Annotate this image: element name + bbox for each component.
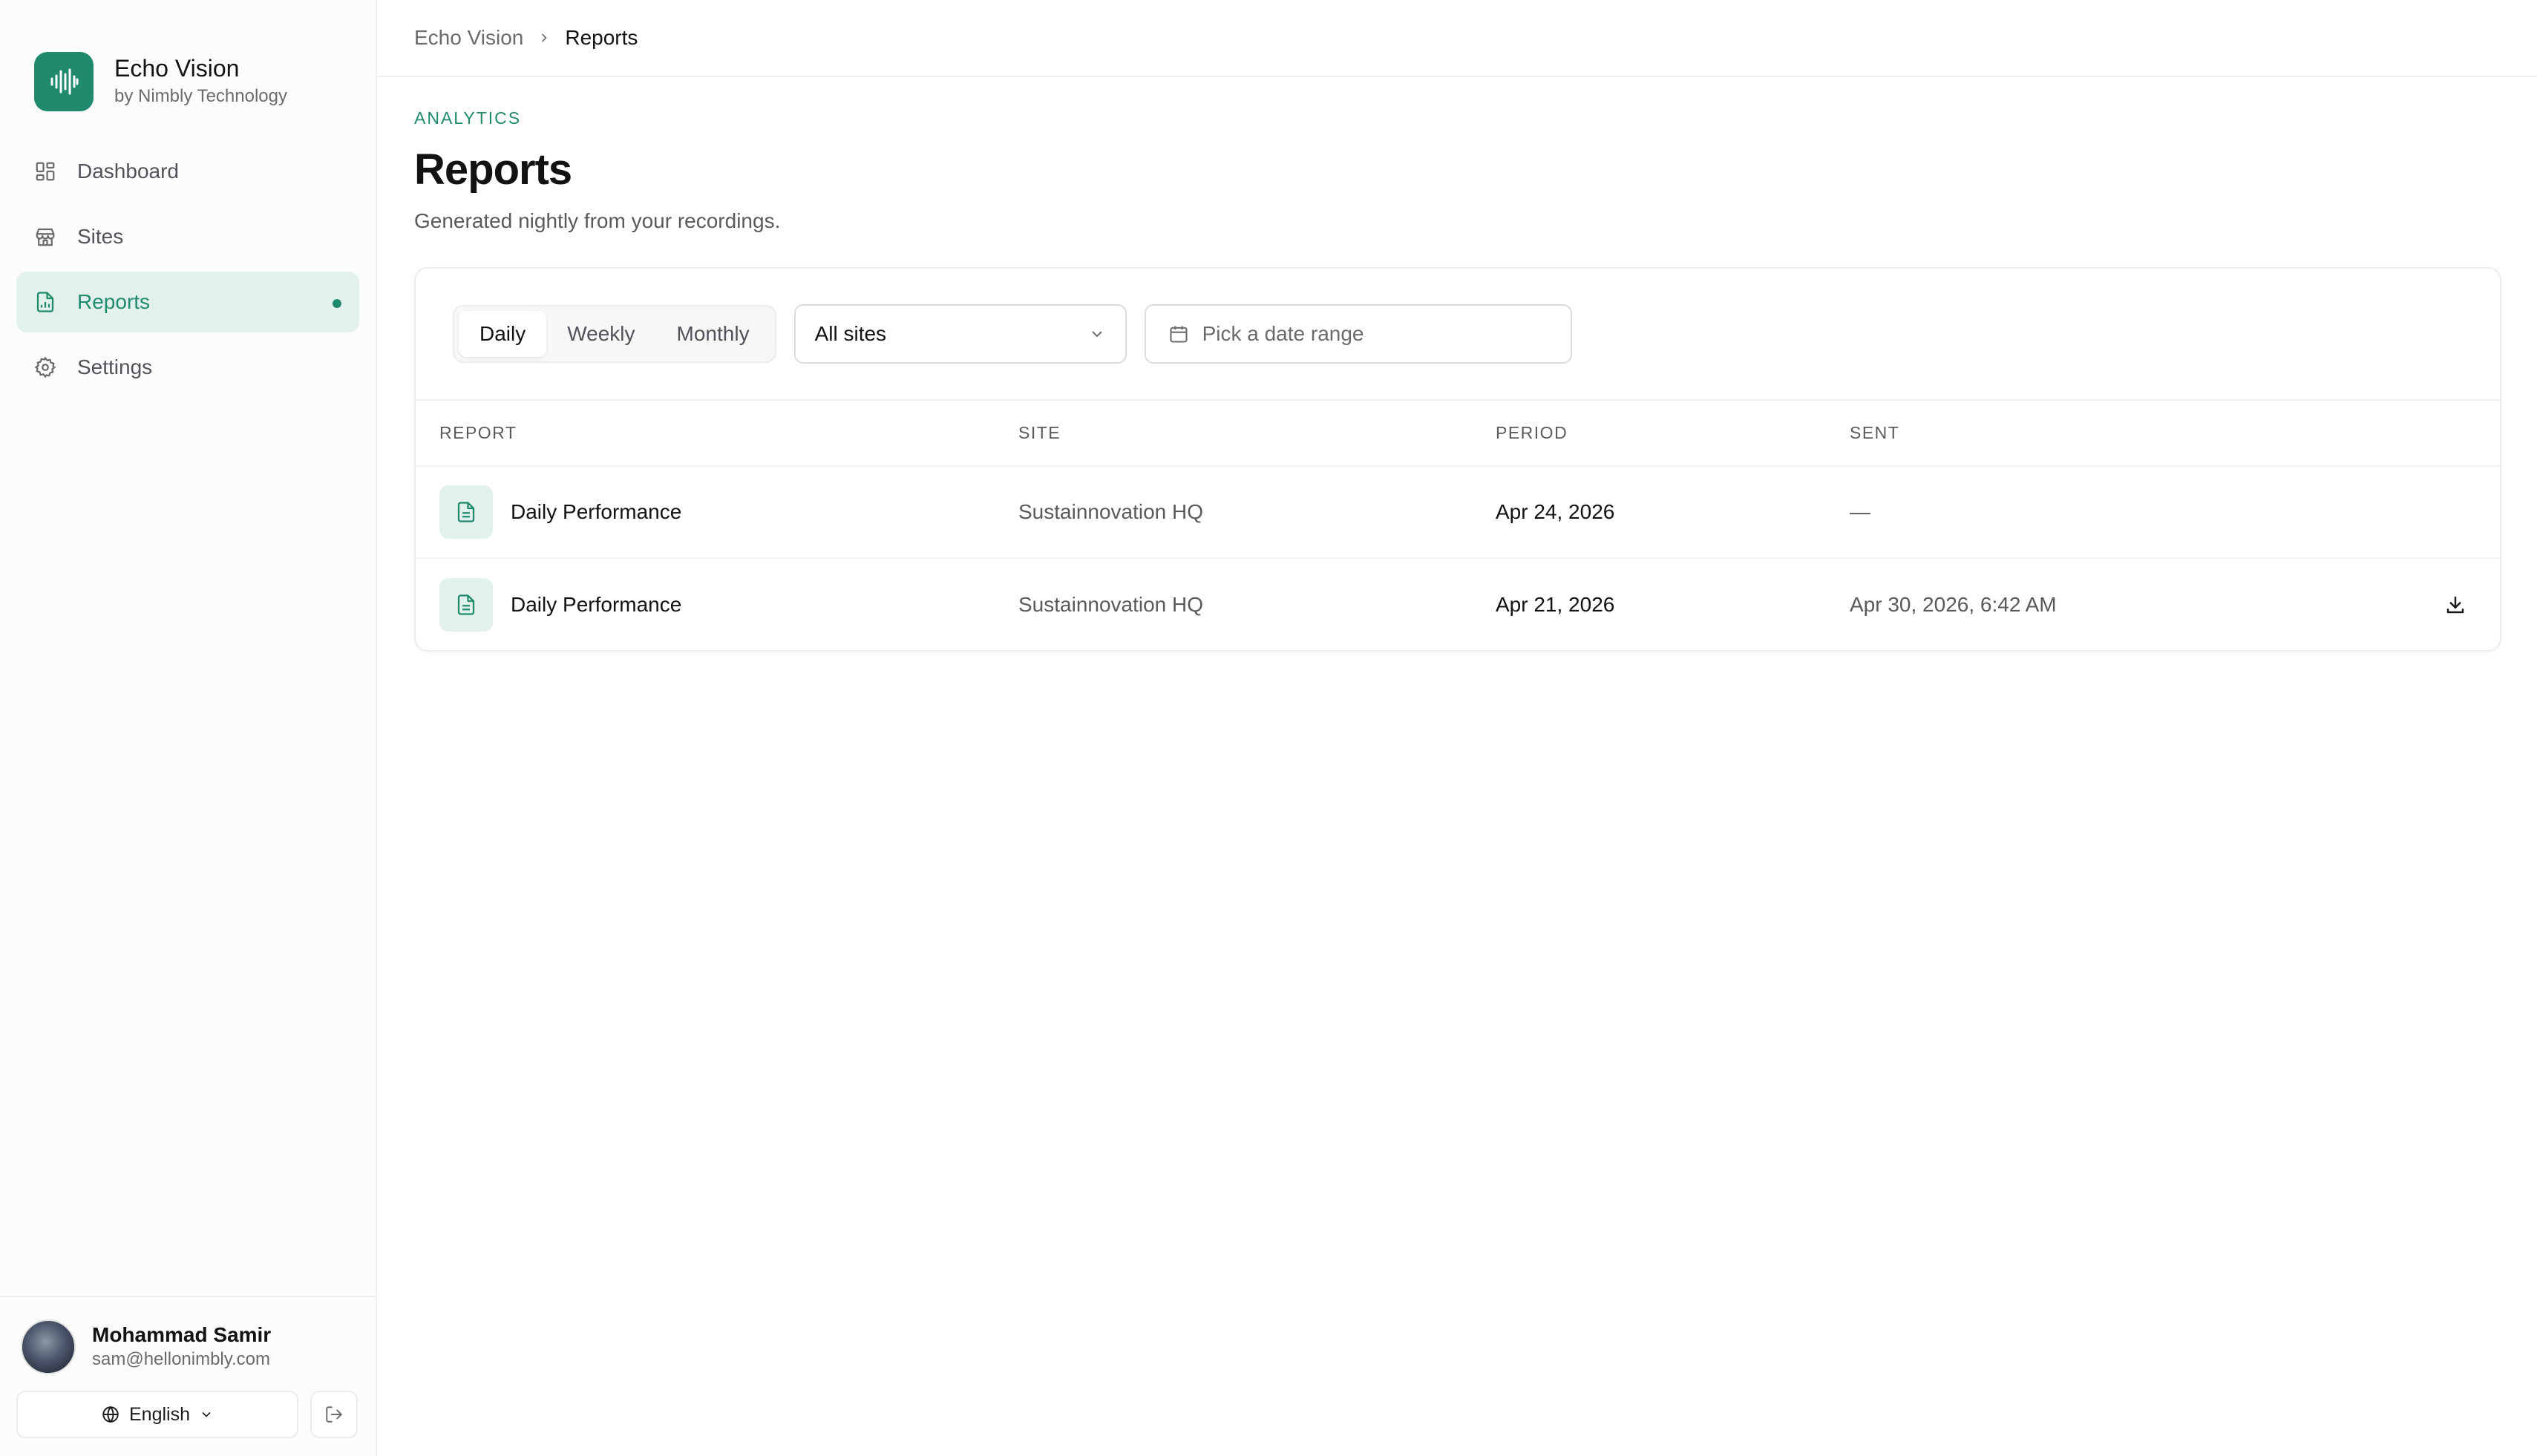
brand[interactable]: Echo Vision by Nimbly Technology	[0, 0, 376, 135]
site-select-value: All sites	[814, 322, 887, 345]
sidebar-nav: Dashboard Sites Reports Settings	[0, 135, 376, 402]
tab-daily[interactable]: Daily	[459, 311, 547, 357]
report-period: Apr 21, 2026	[1496, 592, 1615, 616]
table-row[interactable]: Daily Performance Sustainnovation HQ Apr…	[416, 558, 2500, 650]
date-range-picker[interactable]: Pick a date range	[1144, 304, 1572, 364]
download-button[interactable]	[2439, 588, 2472, 621]
page-subtitle: Generated nightly from your recordings.	[414, 209, 781, 232]
sidebar-footer: Mohammad Samir sam@hellonimbly.com Engli…	[0, 1296, 376, 1456]
report-sent: Apr 30, 2026, 6:42 AM	[1850, 592, 2057, 616]
table-row[interactable]: Daily Performance Sustainnovation HQ Apr…	[416, 466, 2500, 559]
breadcrumb: Echo Vision Reports	[377, 0, 2537, 77]
gear-icon	[34, 356, 56, 378]
main-content: Echo Vision Reports ANALYTICS Reports Ge…	[377, 0, 2537, 1456]
date-range-placeholder: Pick a date range	[1202, 322, 1364, 345]
download-icon	[2444, 594, 2466, 616]
report-name[interactable]: Daily Performance	[511, 593, 681, 617]
document-icon	[439, 577, 493, 632]
globe-icon	[101, 1405, 120, 1424]
report-site: Sustainnovation HQ	[1018, 592, 1204, 616]
document-icon	[439, 485, 493, 539]
chevron-right-icon	[537, 30, 551, 45]
avatar	[21, 1319, 76, 1374]
report-name[interactable]: Daily Performance	[511, 500, 681, 524]
sidebar-item-label: Dashboard	[77, 160, 179, 183]
column-header-site[interactable]: SITE	[1018, 401, 1496, 467]
waveform-icon	[34, 52, 94, 111]
logout-button[interactable]	[310, 1391, 358, 1438]
grid-icon	[34, 160, 56, 183]
tab-weekly[interactable]: Weekly	[546, 311, 655, 357]
column-header-actions	[2411, 401, 2500, 467]
report-sent: —	[1850, 500, 1870, 523]
chevron-down-icon	[199, 1407, 214, 1422]
column-header-sent[interactable]: SENT	[1850, 401, 2411, 467]
reports-table: REPORT SITE PERIOD SENT Daily Performanc…	[416, 401, 2500, 650]
sidebar-item-sites[interactable]: Sites	[16, 206, 359, 267]
sidebar-item-label: Sites	[77, 225, 124, 248]
user-email: sam@hellonimbly.com	[92, 1349, 270, 1369]
file-chart-icon	[34, 291, 56, 313]
breadcrumb-root-link[interactable]: Echo Vision	[414, 26, 523, 50]
sidebar-item-label: Settings	[77, 355, 153, 378]
user-name: Mohammad Samir	[92, 1323, 272, 1346]
active-indicator-dot	[333, 299, 341, 308]
brand-name: Echo Vision	[114, 55, 240, 82]
store-icon	[34, 226, 56, 248]
calendar-icon	[1168, 324, 1189, 344]
column-header-period[interactable]: PERIOD	[1496, 401, 1850, 467]
chevron-down-icon	[1088, 325, 1106, 343]
tab-monthly[interactable]: Monthly	[656, 311, 770, 357]
sidebar-item-dashboard[interactable]: Dashboard	[16, 141, 359, 202]
column-header-report[interactable]: REPORT	[416, 401, 1018, 467]
site-select[interactable]: All sites	[793, 304, 1127, 364]
filter-toolbar: Daily Weekly Monthly All sites Pick a da…	[416, 269, 2500, 401]
report-period: Apr 24, 2026	[1496, 500, 1615, 523]
sidebar-item-label: Reports	[77, 290, 151, 313]
sidebar-item-settings[interactable]: Settings	[16, 337, 359, 398]
sidebar: Echo Vision by Nimbly Technology Dashboa…	[0, 0, 377, 1456]
language-label: English	[129, 1403, 190, 1425]
report-site: Sustainnovation HQ	[1018, 500, 1204, 523]
period-tabs: Daily Weekly Monthly	[453, 305, 776, 363]
table-header-row: REPORT SITE PERIOD SENT	[416, 401, 2500, 467]
breadcrumb-current: Reports	[565, 26, 638, 49]
reports-card: Daily Weekly Monthly All sites Pick a da…	[414, 267, 2501, 652]
page-eyebrow: ANALYTICS	[414, 108, 522, 128]
sidebar-item-reports[interactable]: Reports	[16, 272, 359, 332]
page-title: Reports	[414, 145, 572, 194]
brand-subtitle: by Nimbly Technology	[114, 86, 288, 106]
language-select[interactable]: English	[16, 1391, 298, 1438]
user-profile[interactable]: Mohammad Samir sam@hellonimbly.com	[16, 1319, 359, 1374]
logout-icon	[324, 1405, 344, 1424]
